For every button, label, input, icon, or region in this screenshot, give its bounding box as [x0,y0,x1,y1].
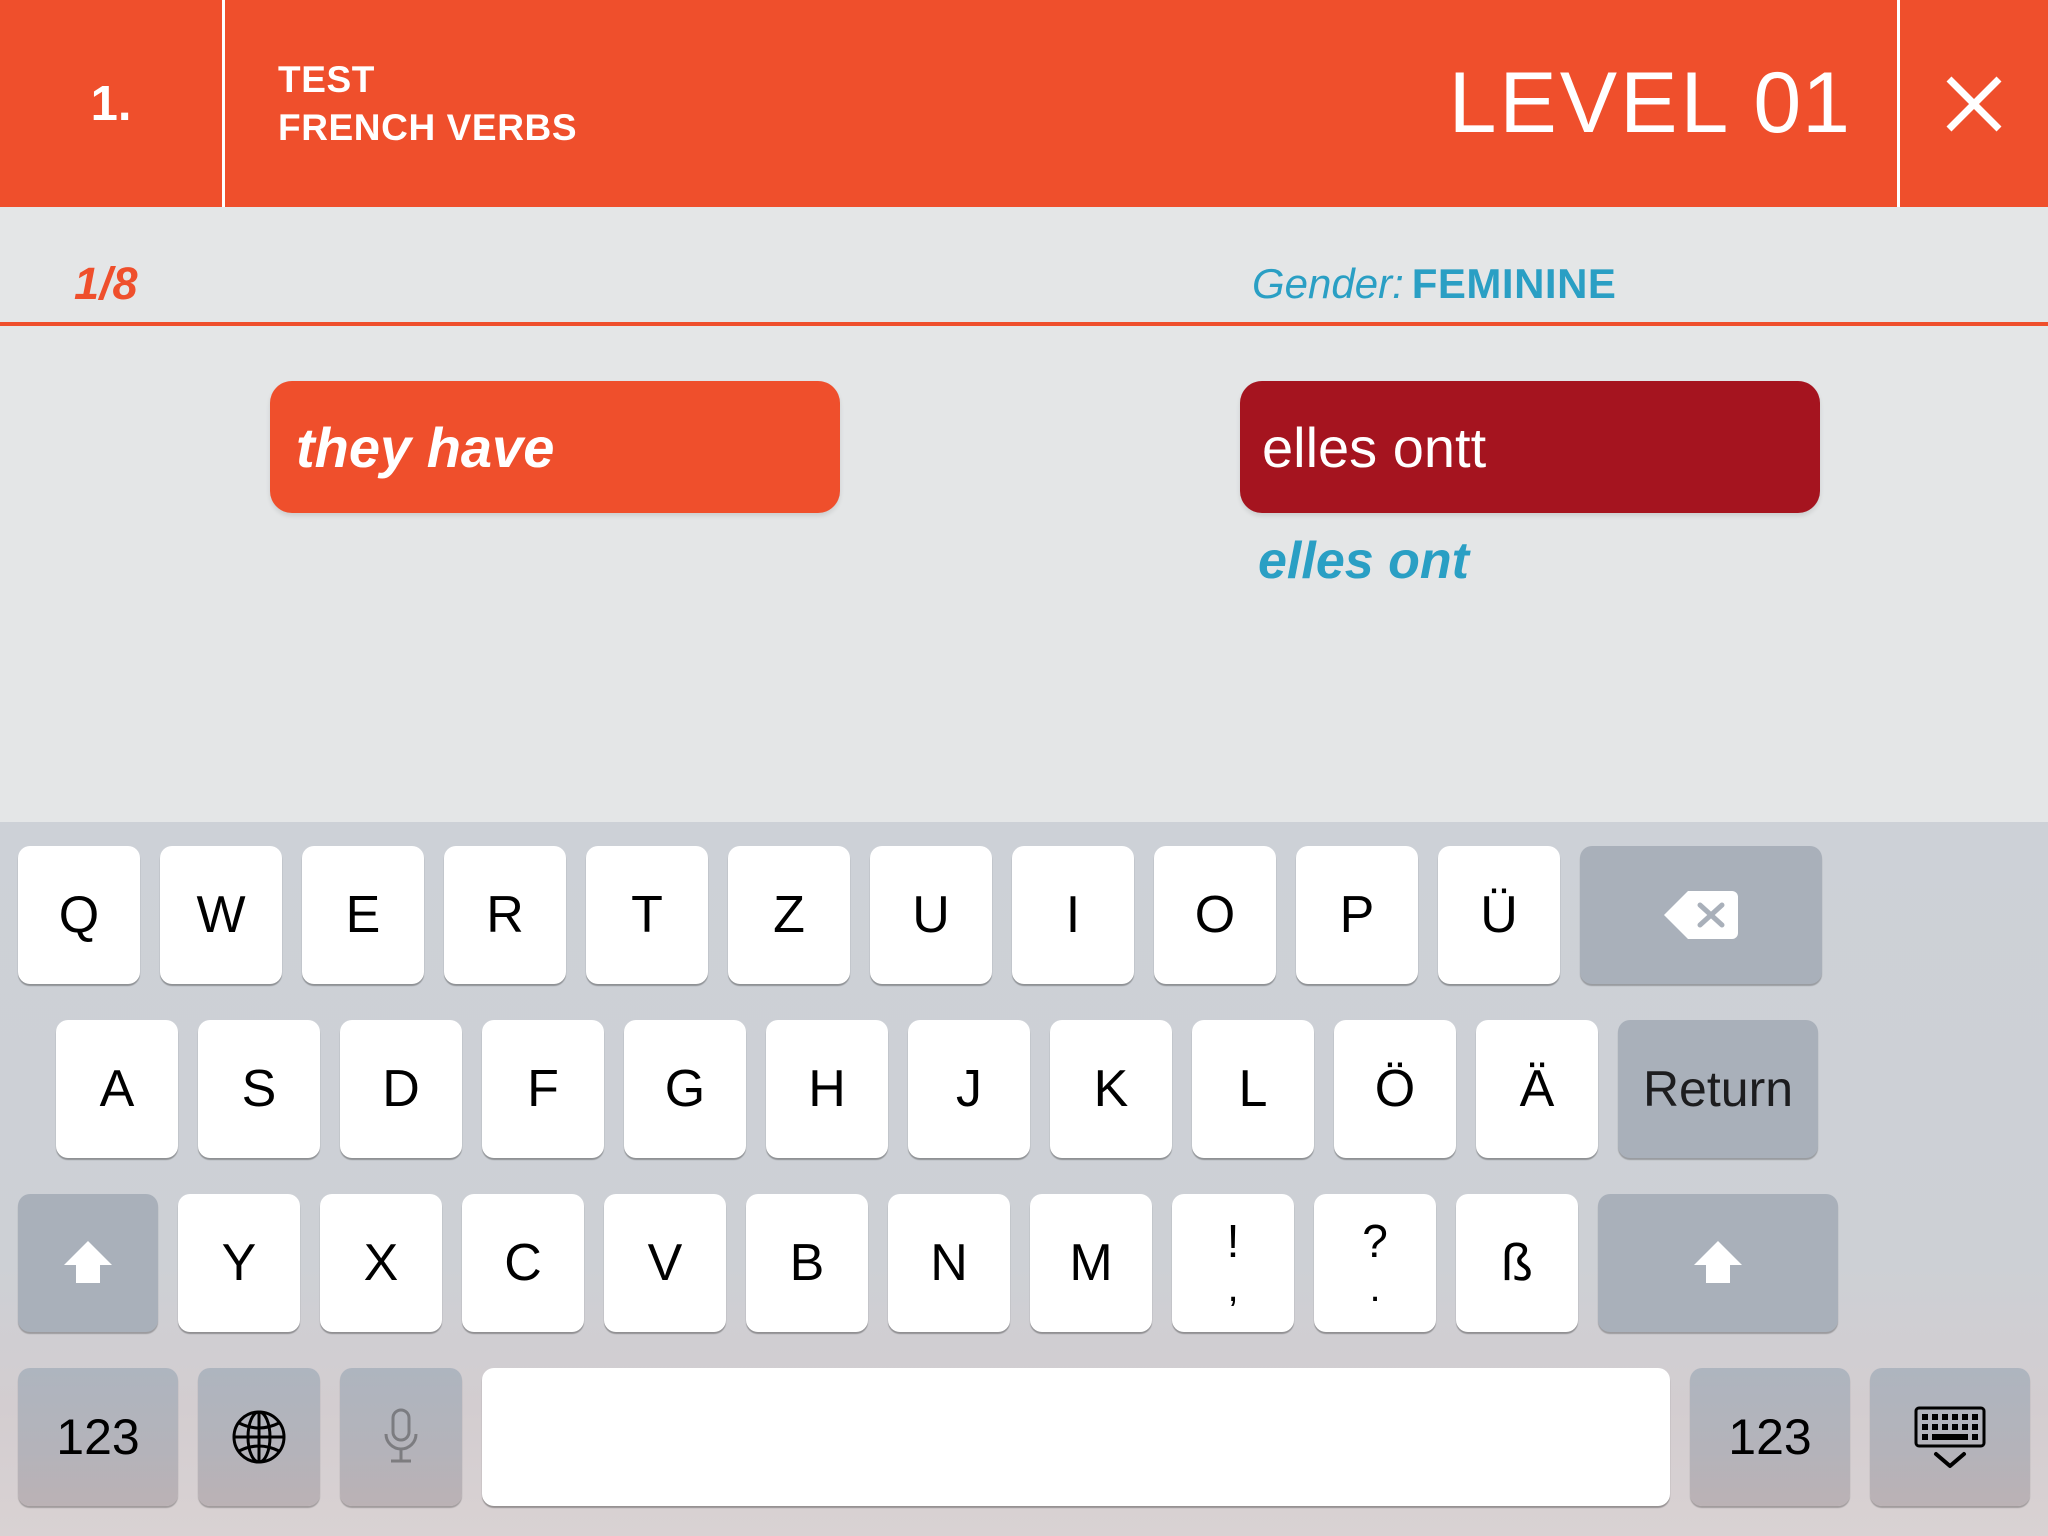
close-icon [1943,73,2005,135]
numeric-key-left[interactable]: 123 [18,1368,178,1506]
key-z[interactable]: Z [728,846,850,984]
key-o[interactable]: O [1154,846,1276,984]
globe-icon [230,1408,288,1466]
exercise-content: they have elles ontt elles ont [0,326,2048,822]
key-b[interactable]: B [746,1194,868,1332]
globe-key[interactable] [198,1368,320,1506]
gender-value: FEMININE [1411,260,1617,307]
hide-keyboard-icon [1912,1404,1988,1470]
correct-answer-text: elles ont [1258,532,1469,590]
key-h[interactable]: H [766,1020,888,1158]
key-a-umlaut[interactable]: Ä [1476,1020,1598,1158]
key-c[interactable]: C [462,1194,584,1332]
close-button[interactable] [1900,0,2048,207]
keyboard-row-1: Q W E R T Z U I O P Ü [0,846,2048,1008]
key-period-glyph: . [1369,1266,1381,1310]
backspace-key[interactable] [1580,846,1822,984]
key-p[interactable]: P [1296,846,1418,984]
key-v[interactable]: V [604,1194,726,1332]
key-e[interactable]: E [302,846,424,984]
key-q[interactable]: Q [18,846,140,984]
key-x[interactable]: X [320,1194,442,1332]
shift-key-right[interactable] [1598,1194,1838,1332]
prompt-pill: they have [270,381,840,513]
key-u-umlaut[interactable]: Ü [1438,846,1560,984]
shift-icon [1690,1235,1746,1291]
level-indicator: LEVEL 01 [1449,0,1897,207]
level-number: 01 [1753,55,1851,151]
answer-text: elles ontt [1262,415,1487,479]
answer-pill[interactable]: elles ontt [1240,381,1820,513]
gender-label: Gender: [1252,260,1404,307]
page-title-line2: FRENCH VERBS [278,106,578,148]
key-question-period[interactable]: ? . [1314,1194,1436,1332]
keyboard-row-2: A S D F G H J K L Ö Ä Return [0,1020,2048,1182]
key-k[interactable]: K [1050,1020,1172,1158]
key-r[interactable]: R [444,846,566,984]
shift-key-left[interactable] [18,1194,158,1332]
key-comma-glyph: , [1227,1266,1239,1310]
key-a[interactable]: A [56,1020,178,1158]
key-y[interactable]: Y [178,1194,300,1332]
key-d[interactable]: D [340,1020,462,1158]
key-s[interactable]: S [198,1020,320,1158]
key-j[interactable]: J [908,1020,1030,1158]
key-n[interactable]: N [888,1194,1010,1332]
status-bar: 1/8 Gender: FEMININE [0,207,2048,326]
question-index: 1. [90,76,132,131]
key-i[interactable]: I [1012,846,1134,984]
gender-indicator: Gender: FEMININE [1252,260,1616,308]
key-question-glyph: ? [1362,1215,1388,1267]
page-title: TEST FRENCH VERBS [225,0,1449,207]
key-o-umlaut[interactable]: Ö [1334,1020,1456,1158]
key-l[interactable]: L [1192,1020,1314,1158]
key-t[interactable]: T [586,846,708,984]
key-exclamation-glyph: ! [1226,1215,1240,1267]
progress-counter: 1/8 [74,258,139,309]
level-label: LEVEL [1448,55,1732,151]
key-eszett[interactable]: ß [1456,1194,1578,1332]
backspace-icon [1664,887,1738,943]
hide-keyboard-key[interactable] [1870,1368,2030,1506]
shift-icon [60,1235,116,1291]
key-w[interactable]: W [160,846,282,984]
key-exclamation-comma[interactable]: ! , [1172,1194,1294,1332]
app-header: 1. TEST FRENCH VERBS LEVEL 01 [0,0,2048,207]
keyboard-row-4: 123 123 [0,1368,2048,1534]
onscreen-keyboard: Q W E R T Z U I O P Ü A S D F G H J K L … [0,822,2048,1536]
key-u[interactable]: U [870,846,992,984]
page-title-line1: TEST [278,59,375,101]
microphone-icon [378,1406,424,1468]
key-f[interactable]: F [482,1020,604,1158]
prompt-text: they have [296,415,555,479]
keyboard-row-3: Y X C V B N M ! , ? . ß [0,1194,2048,1356]
key-g[interactable]: G [624,1020,746,1158]
return-key[interactable]: Return [1618,1020,1818,1158]
numeric-key-right[interactable]: 123 [1690,1368,1850,1506]
key-m[interactable]: M [1030,1194,1152,1332]
microphone-key[interactable] [340,1368,462,1506]
space-key[interactable] [482,1368,1670,1506]
